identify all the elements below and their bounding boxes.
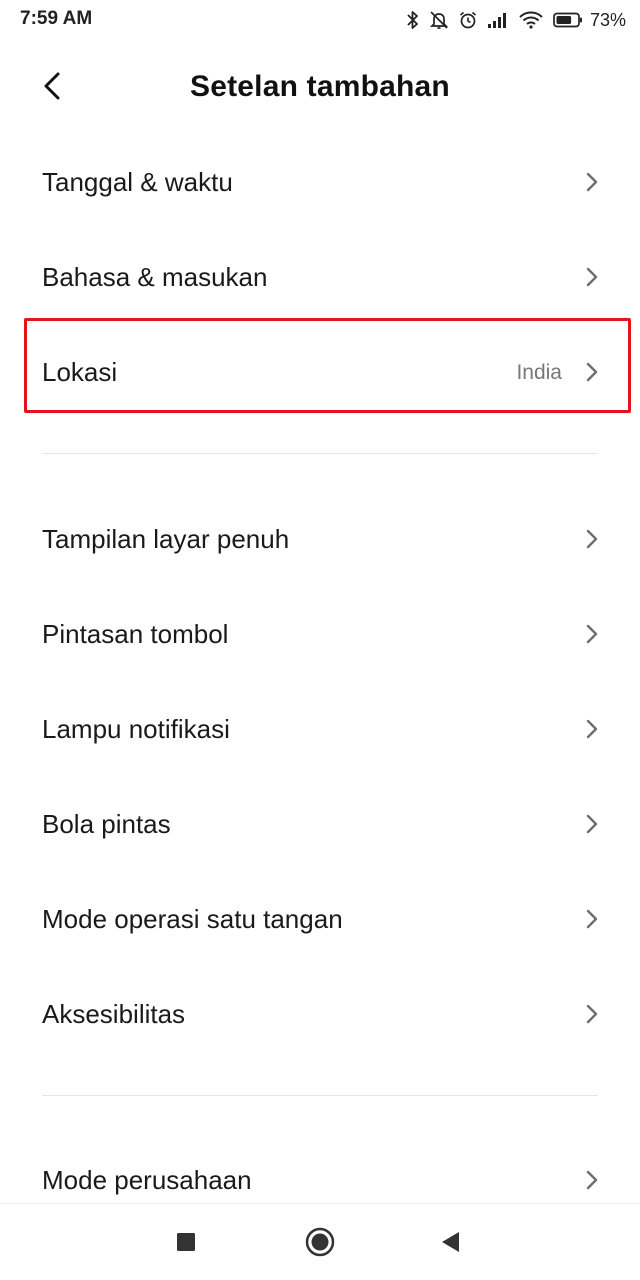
status-time: 7:59 AM bbox=[20, 8, 93, 29]
settings-item[interactable]: Bola pintas bbox=[0, 777, 640, 872]
settings-item-label: Pintasan tombol bbox=[42, 619, 229, 649]
status-bar: 7:59 AM 73% bbox=[0, 0, 640, 40]
settings-item[interactable]: Aksesibilitas bbox=[0, 967, 640, 1062]
battery-icon bbox=[553, 12, 583, 28]
chevron-right-icon bbox=[584, 361, 600, 383]
settings-item-label: Tampilan layar penuh bbox=[42, 524, 290, 554]
battery-percent: 73% bbox=[589, 9, 626, 30]
settings-item-label: Bahasa & masukan bbox=[42, 262, 268, 292]
chevron-right-icon bbox=[584, 1003, 600, 1025]
settings-item-label: Mode operasi satu tangan bbox=[42, 904, 343, 934]
page-title: Setelan tambahan bbox=[190, 70, 450, 103]
settings-item[interactable]: Mode operasi satu tangan bbox=[0, 872, 640, 967]
settings-item[interactable]: Tampilan layar penuh bbox=[0, 492, 640, 587]
navigation-bar bbox=[0, 1203, 640, 1280]
status-icons: 73% bbox=[406, 6, 626, 34]
settings-item-label: Bola pintas bbox=[42, 809, 171, 839]
home-button[interactable] bbox=[302, 1226, 338, 1262]
recents-button[interactable] bbox=[168, 1226, 204, 1262]
wifi-icon bbox=[518, 10, 544, 30]
recents-square-icon bbox=[175, 1231, 197, 1258]
settings-item[interactable]: Lampu notifikasi bbox=[0, 682, 640, 777]
settings-item-value: India bbox=[516, 361, 562, 384]
chevron-right-icon bbox=[584, 528, 600, 550]
signal-icon bbox=[487, 11, 509, 29]
chevron-right-icon bbox=[584, 813, 600, 835]
chevron-right-icon bbox=[584, 171, 600, 193]
settings-item-label: Lokasi bbox=[42, 357, 118, 387]
chevron-right-icon bbox=[584, 266, 600, 288]
back-triangle-icon bbox=[439, 1230, 461, 1259]
section-divider bbox=[42, 1095, 598, 1096]
settings-item[interactable]: Lokasi India bbox=[0, 325, 640, 420]
settings-item-label: Mode perusahaan bbox=[42, 1165, 252, 1195]
settings-item-label: Tanggal & waktu bbox=[42, 167, 233, 197]
alarm-icon bbox=[458, 10, 478, 30]
header: Setelan tambahan bbox=[0, 48, 640, 128]
settings-item-label: Lampu notifikasi bbox=[42, 714, 230, 744]
silent-bell-icon bbox=[429, 10, 449, 30]
chevron-right-icon bbox=[584, 718, 600, 740]
chevron-right-icon bbox=[584, 908, 600, 930]
chevron-right-icon bbox=[584, 1169, 600, 1191]
settings-item[interactable]: Tanggal & waktu bbox=[0, 135, 640, 230]
home-circle-icon bbox=[304, 1226, 336, 1263]
settings-item[interactable]: Bahasa & masukan bbox=[0, 230, 640, 325]
bluetooth-icon bbox=[406, 10, 420, 30]
settings-item-label: Aksesibilitas bbox=[42, 999, 186, 1029]
section-divider bbox=[42, 453, 598, 454]
nav-back-button[interactable] bbox=[432, 1226, 468, 1262]
chevron-right-icon bbox=[584, 623, 600, 645]
settings-item[interactable]: Pintasan tombol bbox=[0, 587, 640, 682]
